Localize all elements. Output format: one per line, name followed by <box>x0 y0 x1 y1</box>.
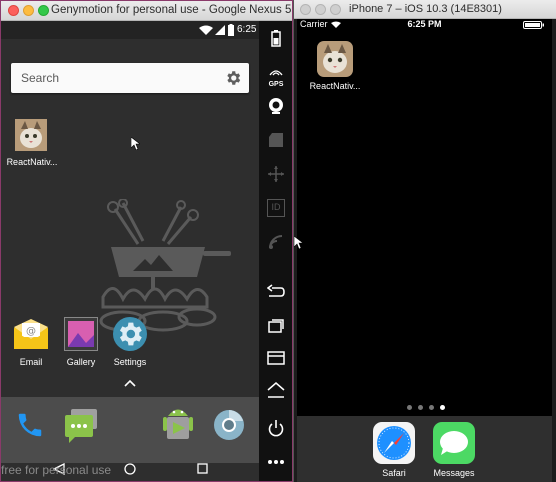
personal-use-watermark: free for personal use <box>1 463 112 477</box>
app-settings[interactable]: Settings <box>100 317 160 373</box>
home-icon[interactable] <box>267 381 285 399</box>
android-dock <box>1 397 259 463</box>
app-reactnative-ios[interactable]: ReactNativ... <box>305 39 365 95</box>
messages-icon <box>433 422 475 464</box>
window-title: Genymotion for personal use - Google Nex… <box>51 4 292 16</box>
search-placeholder: Search <box>21 71 60 85</box>
android-clock: 6:25 <box>237 24 257 35</box>
android-status-bar: 6:25 <box>1 21 259 39</box>
move-icon[interactable] <box>267 165 285 183</box>
menu-icon[interactable] <box>267 349 285 367</box>
ios-titlebar[interactable]: iPhone 7 – iOS 10.3 (14E8301) <box>294 0 556 19</box>
close-window-button[interactable] <box>8 5 19 16</box>
settings-icon <box>113 317 147 351</box>
svg-text:@: @ <box>26 326 36 337</box>
app-label: Safari <box>382 468 406 478</box>
wifi-icon <box>199 25 213 35</box>
back-icon[interactable] <box>267 283 285 301</box>
app-label: ReactNativ... <box>6 157 58 167</box>
play-store-icon[interactable] <box>163 405 193 443</box>
nav-recents-icon[interactable] <box>197 463 208 474</box>
app-safari[interactable]: Safari <box>364 422 424 478</box>
app-label: Messages <box>433 468 475 478</box>
app-label: Settings <box>113 357 147 367</box>
page-dot <box>407 405 412 410</box>
genymotion-toolbar: GPS ID <box>259 21 292 481</box>
camera-icon[interactable] <box>267 97 285 115</box>
app-drawer-chevron-icon[interactable] <box>124 379 136 387</box>
ios-dock: Safari Messages <box>297 416 552 482</box>
battery-status-icon <box>228 24 234 36</box>
app-reactnative-android[interactable]: ReactNativ... <box>5 117 57 173</box>
page-indicator[interactable] <box>407 405 447 411</box>
app-messages[interactable]: Messages <box>424 422 484 478</box>
chrome-icon[interactable] <box>213 409 245 441</box>
ios-clock: 6:25 PM <box>407 19 442 29</box>
minimize-window-button[interactable] <box>23 5 34 16</box>
genymotion-titlebar[interactable]: Genymotion for personal use - Google Nex… <box>1 1 292 21</box>
cat-app-icon <box>15 119 47 151</box>
cell-signal-icon <box>215 25 225 35</box>
google-search-bar[interactable]: Search <box>11 63 249 93</box>
genymotion-window: Genymotion for personal use - Google Nex… <box>0 0 293 482</box>
gear-icon[interactable] <box>224 69 242 87</box>
page-dot <box>418 405 423 410</box>
zoom-window-button[interactable] <box>38 5 49 16</box>
signal-icon[interactable] <box>267 233 285 251</box>
more-icon[interactable] <box>267 453 285 471</box>
capture-icon[interactable] <box>267 131 285 149</box>
id-button[interactable]: ID <box>267 199 285 217</box>
battery-status-icon <box>523 21 544 29</box>
email-icon: @ <box>14 319 48 349</box>
gallery-icon <box>64 317 98 351</box>
mouse-cursor-icon <box>131 137 140 150</box>
gps-label: GPS <box>268 81 284 88</box>
id-label: ID <box>271 202 281 212</box>
app-label: ReactNativ... <box>309 81 361 91</box>
cat-app-icon <box>317 41 353 77</box>
ios-simulator-window: iPhone 7 – iOS 10.3 (14E8301) Carrier 6:… <box>293 0 556 482</box>
mouse-cursor-icon <box>294 236 303 249</box>
phone-icon[interactable] <box>15 409 45 441</box>
power-icon[interactable] <box>267 419 285 437</box>
ios-screen: Carrier 6:25 PM ReactNativ... Safari Mes… <box>297 19 552 482</box>
nav-home-icon[interactable] <box>124 463 136 475</box>
battery-icon[interactable] <box>267 29 285 47</box>
gps-icon <box>269 70 283 76</box>
android-screen: 6:25 Search ReactNativ... @ Email Galler… <box>1 21 259 481</box>
page-dot <box>429 405 434 410</box>
gps-button[interactable]: GPS <box>264 63 288 89</box>
page-dot-active <box>440 405 445 410</box>
recents-icon[interactable] <box>267 317 285 335</box>
window-title: iPhone 7 – iOS 10.3 (14E8301) <box>349 3 502 15</box>
messaging-icon[interactable] <box>63 407 99 443</box>
safari-icon <box>373 422 415 464</box>
